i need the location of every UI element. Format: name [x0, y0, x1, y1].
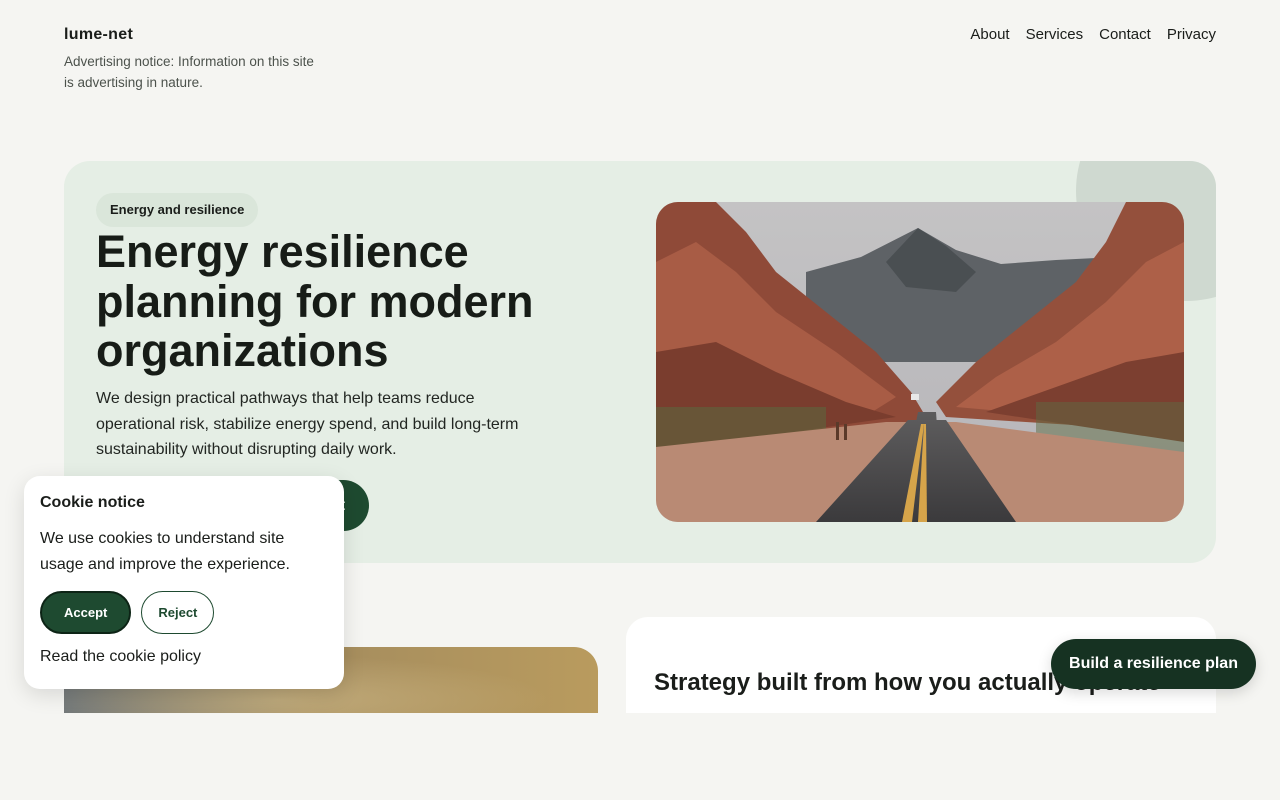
- nav-privacy[interactable]: Privacy: [1167, 26, 1216, 43]
- hero-description: We design practical pathways that help t…: [96, 390, 519, 458]
- cookie-banner: Cookie notice We use cookies to understa…: [24, 476, 344, 689]
- hero-title: Energy resilience planning for modern or…: [96, 226, 534, 376]
- main-nav: About Services Contact Privacy: [970, 26, 1216, 43]
- canyon-road-illustration: [656, 202, 1184, 522]
- nav-about[interactable]: About: [970, 26, 1009, 43]
- reject-button[interactable]: Reject: [141, 591, 215, 634]
- category-pill: Energy and resilience: [96, 193, 259, 227]
- floating-cta-button[interactable]: Build a resilience plan: [1051, 639, 1256, 689]
- cookie-policy-link[interactable]: Read the cookie policy: [40, 648, 328, 666]
- cookie-title: Cookie notice: [40, 494, 145, 511]
- nav-services[interactable]: Services: [1026, 26, 1084, 43]
- site-header: lume-net Advertising notice: Information…: [64, 26, 1216, 93]
- accept-button[interactable]: Accept: [40, 591, 132, 634]
- advertising-notice: Advertising notice: Information on this …: [64, 54, 314, 90]
- hero-image: [656, 202, 1184, 522]
- cookie-actions: Accept Reject: [40, 591, 328, 634]
- cookie-description: We use cookies to understand site usage …: [40, 530, 290, 573]
- nav-contact[interactable]: Contact: [1099, 26, 1151, 43]
